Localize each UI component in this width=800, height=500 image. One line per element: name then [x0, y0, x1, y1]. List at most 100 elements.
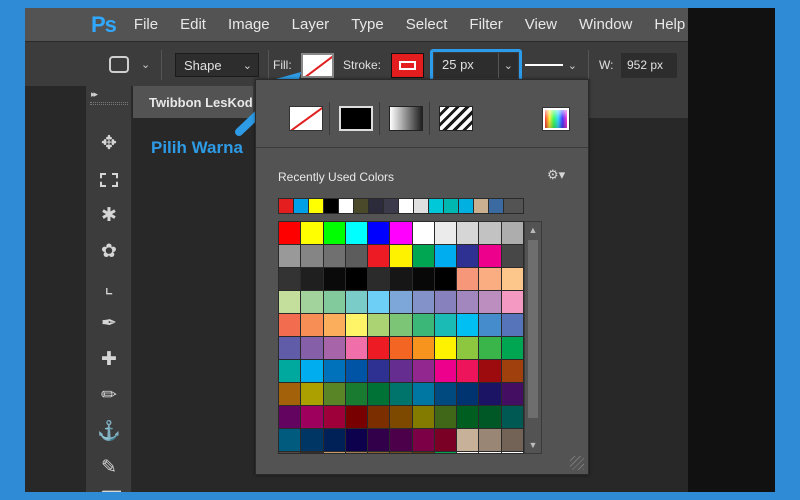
color-swatch[interactable] [279, 360, 301, 382]
healing-brush-tool-icon[interactable]: ✚ [95, 346, 123, 374]
swatch-scrollbar[interactable]: ▲ ▼ [524, 221, 542, 454]
recent-color-swatch[interactable] [489, 199, 504, 213]
color-swatch[interactable] [434, 360, 457, 382]
color-swatch[interactable] [279, 222, 301, 244]
recent-color-swatch[interactable] [384, 199, 399, 213]
clone-stamp-tool-icon[interactable]: ⚓ [95, 418, 123, 446]
color-swatch[interactable] [434, 268, 457, 290]
color-swatch[interactable] [345, 452, 368, 453]
color-swatch[interactable] [345, 268, 368, 290]
color-swatch[interactable] [390, 337, 412, 359]
pattern-button[interactable] [439, 106, 473, 131]
color-swatch[interactable] [301, 406, 323, 428]
color-swatch[interactable] [390, 360, 412, 382]
color-swatch[interactable] [412, 245, 434, 267]
crop-tool-icon[interactable]: ⌞ [95, 274, 123, 302]
color-swatch[interactable] [434, 245, 457, 267]
color-swatch[interactable] [457, 337, 479, 359]
color-swatch[interactable] [279, 291, 301, 313]
color-swatch[interactable] [390, 268, 412, 290]
color-swatch[interactable] [323, 452, 345, 453]
quick-selection-tool-icon[interactable]: ✿ [95, 238, 123, 266]
width-field[interactable]: 952 px [621, 53, 677, 78]
scroll-thumb[interactable] [528, 240, 538, 418]
color-swatch[interactable] [434, 314, 457, 336]
recent-color-swatch[interactable] [414, 199, 429, 213]
color-swatch[interactable] [390, 222, 412, 244]
color-swatch[interactable] [323, 337, 345, 359]
rounded-rectangle-tool-icon[interactable] [109, 56, 129, 73]
color-swatch[interactable] [501, 429, 523, 451]
color-swatch[interactable] [479, 406, 501, 428]
marquee-tool-icon[interactable] [95, 166, 123, 194]
color-swatch[interactable] [301, 291, 323, 313]
color-swatch[interactable] [501, 337, 523, 359]
color-swatch[interactable] [457, 406, 479, 428]
color-swatch[interactable] [479, 314, 501, 336]
color-swatch[interactable] [501, 314, 523, 336]
color-swatch[interactable] [279, 452, 301, 453]
color-swatch[interactable] [434, 337, 457, 359]
color-swatch[interactable] [301, 245, 323, 267]
eraser-tool-icon[interactable]: ⌫ [95, 486, 123, 492]
color-swatch[interactable] [434, 406, 457, 428]
color-swatch[interactable] [501, 268, 523, 290]
color-swatch[interactable] [345, 337, 368, 359]
stroke-type-select[interactable]: ⌄ [523, 53, 581, 78]
color-swatch[interactable] [412, 383, 434, 405]
history-brush-tool-icon[interactable]: ✎ [95, 454, 123, 482]
menu-window[interactable]: Window [579, 16, 632, 33]
color-swatch[interactable] [457, 291, 479, 313]
color-swatch[interactable] [412, 268, 434, 290]
recent-color-swatch[interactable] [399, 199, 414, 213]
recent-color-swatch[interactable] [354, 199, 369, 213]
color-swatch[interactable] [412, 291, 434, 313]
move-tool-icon[interactable]: ✥ [95, 130, 123, 158]
color-swatch[interactable] [501, 222, 523, 244]
color-swatch[interactable] [345, 314, 368, 336]
color-swatch[interactable] [390, 406, 412, 428]
color-picker-icon[interactable] [543, 108, 569, 130]
color-swatch[interactable] [368, 383, 390, 405]
no-color-button[interactable] [289, 106, 323, 131]
color-swatch[interactable] [434, 429, 457, 451]
color-swatch[interactable] [301, 222, 323, 244]
color-swatch[interactable] [434, 452, 457, 453]
color-swatch[interactable] [479, 383, 501, 405]
color-swatch[interactable] [345, 383, 368, 405]
color-swatch[interactable] [390, 314, 412, 336]
recent-color-swatch[interactable] [369, 199, 384, 213]
recent-color-swatch[interactable] [279, 199, 294, 213]
recent-color-swatch[interactable] [309, 199, 324, 213]
color-swatch[interactable] [323, 383, 345, 405]
menu-type[interactable]: Type [351, 16, 384, 33]
color-swatch[interactable] [457, 268, 479, 290]
color-swatch[interactable] [323, 245, 345, 267]
color-swatch[interactable] [368, 314, 390, 336]
color-swatch[interactable] [390, 452, 412, 453]
color-swatch[interactable] [434, 291, 457, 313]
color-swatch[interactable] [345, 222, 368, 244]
gear-icon[interactable]: ⚙▾ [547, 167, 565, 183]
color-swatch[interactable] [390, 383, 412, 405]
color-swatch[interactable] [479, 268, 501, 290]
color-swatch[interactable] [368, 245, 390, 267]
recent-color-swatch[interactable] [474, 199, 489, 213]
resize-grip-icon[interactable] [570, 456, 584, 470]
color-swatch[interactable] [390, 429, 412, 451]
color-swatch[interactable] [501, 406, 523, 428]
color-swatch[interactable] [345, 406, 368, 428]
color-swatch[interactable] [412, 337, 434, 359]
scroll-up-icon[interactable]: ▲ [525, 222, 541, 238]
menu-select[interactable]: Select [406, 16, 448, 33]
gradient-button[interactable] [389, 106, 423, 131]
collapse-icon[interactable]: ▸▸ [91, 89, 98, 100]
color-swatch[interactable] [323, 268, 345, 290]
color-swatch[interactable] [479, 337, 501, 359]
menu-edit[interactable]: Edit [180, 16, 206, 33]
color-swatch[interactable] [323, 291, 345, 313]
color-swatch[interactable] [368, 337, 390, 359]
solid-color-button[interactable] [339, 106, 373, 131]
color-swatch[interactable] [301, 383, 323, 405]
color-swatch[interactable] [479, 291, 501, 313]
